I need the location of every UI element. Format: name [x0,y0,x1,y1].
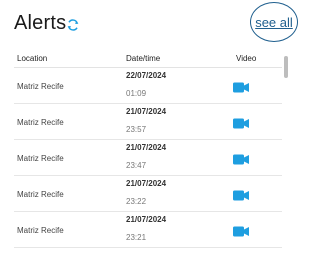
time-cell: 23:21 [126,233,147,242]
column-header-location: Location [17,54,48,63]
see-all-label[interactable]: see all [255,15,293,30]
page-title: Alerts [14,12,67,34]
video-camera-icon[interactable] [233,152,249,165]
date-cell: 22/07/2024 [126,71,167,80]
column-header-video: Video [236,54,257,63]
time-cell: 23:57 [126,125,147,134]
date-cell: 21/07/2024 [126,107,167,116]
see-all-link[interactable]: see all [250,2,298,42]
video-camera-icon[interactable] [233,80,249,93]
location-cell: Matriz Recife [17,226,64,235]
table-scrollbar[interactable] [284,54,289,244]
alerts-table-body: Matriz Recife 22/07/2024 01:09 Matriz Re… [0,68,290,248]
location-cell: Matriz Recife [17,190,64,199]
table-row[interactable]: Matriz Recife 21/07/2024 23:21 [14,212,282,248]
refresh-icon[interactable] [66,18,80,32]
table-row[interactable]: Matriz Recife 21/07/2024 23:22 [14,176,282,212]
table-row[interactable]: Matriz Recife 22/07/2024 01:09 [14,68,282,104]
date-cell: 21/07/2024 [126,179,167,188]
column-header-datetime: Date/time [126,54,161,63]
video-camera-icon[interactable] [233,224,249,237]
location-cell: Matriz Recife [17,154,64,163]
date-cell: 21/07/2024 [126,143,167,152]
table-row[interactable]: Matriz Recife 21/07/2024 23:57 [14,104,282,140]
video-camera-icon[interactable] [233,188,249,201]
date-cell: 21/07/2024 [126,215,167,224]
scrollbar-thumb[interactable] [284,56,288,78]
time-cell: 01:09 [126,89,147,98]
table-header: Location Date/time Video [0,54,290,68]
alerts-header: Alerts see all [0,0,303,50]
location-cell: Matriz Recife [17,82,64,91]
time-cell: 23:22 [126,197,147,206]
video-camera-icon[interactable] [233,116,249,129]
location-cell: Matriz Recife [17,118,64,127]
table-row[interactable]: Matriz Recife 21/07/2024 23:47 [14,140,282,176]
time-cell: 23:47 [126,161,147,170]
